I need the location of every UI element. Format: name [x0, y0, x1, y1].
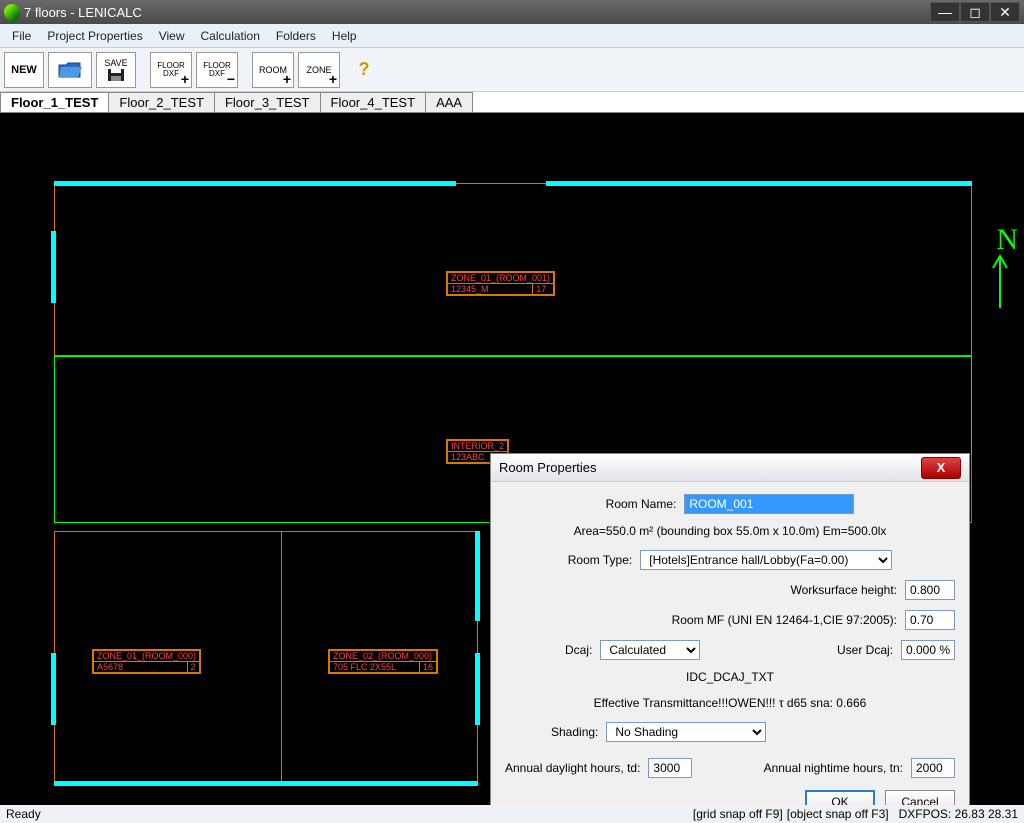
menu-calculation[interactable]: Calculation [193, 27, 268, 45]
zone-label-bl: ZONE_01_(ROOM_000) A56782 [92, 649, 201, 674]
interior-name: INTERIOR_2 [448, 441, 508, 452]
dialog-close-button[interactable]: X [921, 457, 961, 479]
room-name-label: Room Name: [606, 497, 677, 511]
menu-folders[interactable]: Folders [268, 27, 324, 45]
zone-code: A5678 [94, 662, 188, 673]
worksurface-input[interactable] [905, 580, 955, 600]
dialog-body: Room Name: Area=550.0 m² (bounding box 5… [491, 482, 969, 805]
zone-num: 2 [187, 662, 200, 673]
worksurface-label: Worksurface height: [791, 583, 898, 597]
drawing-canvas[interactable]: N ZONE_01_(ROOM_001) 12345_M17 INTERIOR_… [0, 113, 1024, 805]
room-mf-input[interactable] [905, 610, 955, 630]
wall-edge [51, 231, 56, 303]
open-button[interactable] [48, 52, 92, 88]
menubar: File Project Properties View Calculation… [0, 24, 1024, 48]
window-controls: — ◻ ✕ [930, 2, 1020, 22]
help-button[interactable]: ? [344, 52, 384, 88]
statusbar: Ready [grid snap off F9] [object snap of… [0, 805, 1024, 823]
app-icon [1, 1, 24, 24]
transmittance-text: Effective Transmittance!!!OWEN!!! τ d65 … [505, 696, 955, 710]
plus-icon: + [181, 71, 189, 87]
tab-floor-3[interactable]: Floor_3_TEST [214, 92, 321, 112]
tab-floor-2[interactable]: Floor_2_TEST [108, 92, 215, 112]
room-mf-label: Room MF (UNI EN 12464-1,CIE 97:2005): [672, 613, 897, 627]
menu-project-properties[interactable]: Project Properties [39, 27, 150, 45]
dcaj-select[interactable]: Calculated [600, 640, 700, 660]
menu-file[interactable]: File [4, 27, 39, 45]
area-info: Area=550.0 m² (bounding box 55.0m x 10.0… [505, 524, 955, 538]
tn-label: Annual nightime hours, tn: [764, 761, 903, 775]
room-type-select[interactable]: [Hotels]Entrance hall/Lobby(Fa=0.00) [640, 550, 892, 570]
zone-label-top: ZONE_01_(ROOM_001) 12345_M17 [446, 271, 555, 296]
window-title: 7 floors - LENICALC [24, 5, 930, 20]
compass-arrow-icon [990, 253, 1010, 313]
wall-edge [475, 531, 480, 621]
wall-edge [51, 653, 56, 725]
plus-icon: + [329, 71, 337, 87]
tabbar: Floor_1_TEST Floor_2_TEST Floor_3_TEST F… [0, 92, 1024, 113]
idc-text: IDC_DCAJ_TXT [505, 670, 955, 684]
dialog-title: Room Properties [499, 460, 921, 475]
room-properties-dialog: Room Properties X Room Name: Area=550.0 … [490, 453, 970, 805]
dialog-titlebar[interactable]: Room Properties X [491, 454, 969, 482]
zone-code: 12345_M [448, 284, 533, 295]
floor-dxf-add-button[interactable]: FLOORDXF + [150, 52, 192, 88]
user-dcaj-input[interactable] [901, 640, 955, 660]
zone-name: ZONE_01_(ROOM_000) [94, 651, 200, 662]
room-outline [54, 183, 972, 356]
floor-dxf-remove-button[interactable]: FLOORDXF − [196, 52, 238, 88]
shading-select[interactable]: No Shading [606, 722, 766, 742]
save-button[interactable]: SAVE [96, 52, 136, 88]
zone-num: 17 [533, 284, 554, 295]
maximize-button[interactable]: ◻ [960, 2, 990, 22]
zone-code: 705 FLC 2X55L [330, 662, 420, 673]
minimize-button[interactable]: — [930, 2, 960, 22]
tn-input[interactable] [911, 758, 955, 778]
shading-label: Shading: [551, 725, 598, 739]
wall-edge [475, 653, 480, 725]
room-type-label: Room Type: [568, 553, 632, 567]
dcaj-label: Dcaj: [565, 643, 592, 657]
close-icon: X [937, 460, 946, 475]
tab-floor-4[interactable]: Floor_4_TEST [320, 92, 427, 112]
room-name-input[interactable] [684, 494, 854, 514]
menu-view[interactable]: View [151, 27, 193, 45]
toolbar: NEW SAVE FLOORDXF + FLOORDXF − ROOM + ZO… [0, 48, 1024, 92]
save-label: SAVE [104, 58, 127, 68]
tab-aaa[interactable]: AAA [425, 92, 473, 112]
zone-num: 16 [420, 662, 437, 673]
user-dcaj-label: User Dcaj: [837, 643, 893, 657]
wall-edge [546, 181, 972, 186]
new-button[interactable]: NEW [4, 52, 44, 88]
cancel-button[interactable]: Cancel [885, 790, 955, 805]
compass-north-label: N [996, 223, 1018, 257]
tab-floor-1[interactable]: Floor_1_TEST [0, 92, 109, 112]
zone-name: ZONE_02_(ROOM_000) [330, 651, 437, 662]
wall-edge [54, 781, 478, 786]
ok-button[interactable]: OK [805, 790, 875, 805]
titlebar: 7 floors - LENICALC — ◻ ✕ [0, 0, 1024, 24]
zone-add-button[interactable]: ZONE + [298, 52, 340, 88]
td-label: Annual daylight hours, td: [505, 761, 640, 775]
zone-label-br: ZONE_02_(ROOM_000) 705 FLC 2X55L16 [328, 649, 438, 674]
wall-edge [54, 181, 456, 186]
td-input[interactable] [648, 758, 692, 778]
folder-open-icon [57, 61, 83, 79]
menu-help[interactable]: Help [324, 27, 365, 45]
floppy-icon [107, 68, 125, 82]
zone-name: ZONE_01_(ROOM_001) [448, 273, 554, 284]
zone-label: ZONE [306, 65, 331, 75]
minus-icon: − [227, 71, 235, 87]
question-icon: ? [359, 59, 370, 80]
plus-icon: + [283, 71, 291, 87]
close-button[interactable]: ✕ [990, 2, 1020, 22]
room-add-button[interactable]: ROOM + [252, 52, 294, 88]
